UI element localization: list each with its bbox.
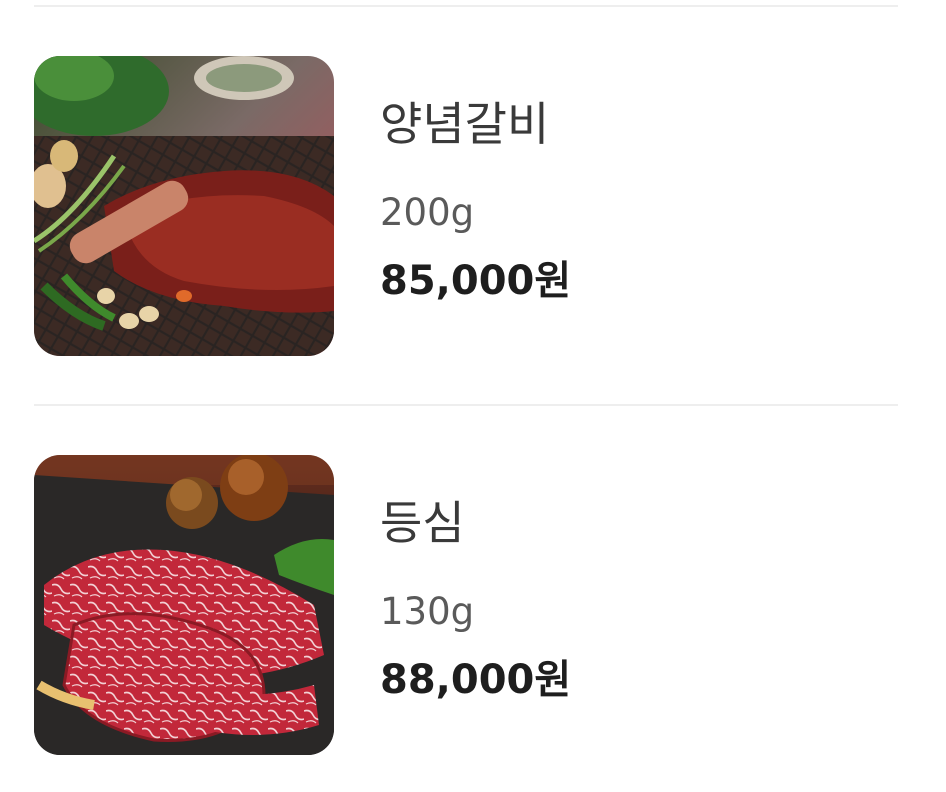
item-price: 88,000원 (380, 657, 572, 703)
menu-item-yangnyeom-galbi[interactable]: 양념갈비 200g 85,000원 (0, 56, 946, 356)
item-price: 85,000원 (380, 258, 572, 304)
top-divider (34, 5, 898, 7)
item-weight: 200g (380, 191, 475, 234)
grilled-galbi-photo (34, 56, 334, 356)
menu-item-deungsim[interactable]: 등심 130g 88,000원 (0, 455, 946, 755)
item-name: 등심 (380, 496, 465, 550)
item-divider (34, 404, 898, 406)
item-weight: 130g (380, 590, 475, 633)
item-name: 양념갈비 (380, 97, 550, 151)
sirloin-beef-photo (34, 455, 334, 755)
